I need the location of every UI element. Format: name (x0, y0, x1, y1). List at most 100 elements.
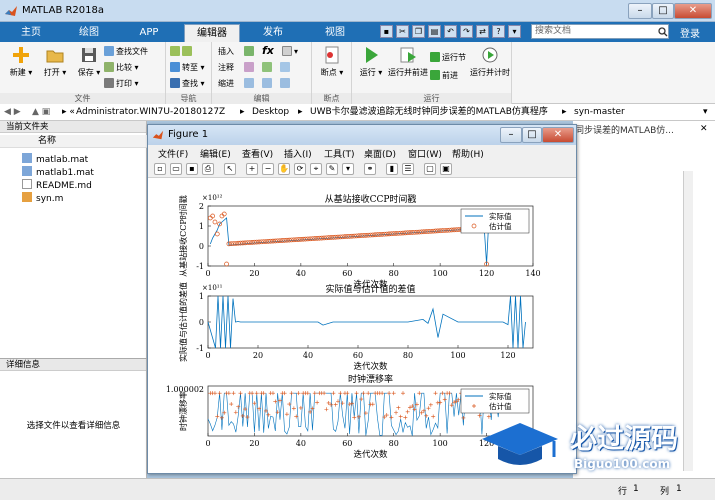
smart-indent-icon[interactable] (244, 78, 256, 90)
quick-copy-icon[interactable]: ❐ (412, 25, 425, 38)
figure-close-button[interactable]: ✕ (542, 127, 574, 143)
search-documentation-input[interactable]: 搜索文档 (531, 24, 669, 39)
open-button[interactable]: 打开 ▾ (38, 45, 72, 78)
insert-section-icon[interactable] (244, 46, 256, 58)
run-advance-button[interactable]: 运行并前进 (388, 45, 428, 78)
quick-undo-icon[interactable]: ↶ (444, 25, 457, 38)
file-item[interactable]: matlab.mat (22, 153, 88, 165)
watermark-url: Biguo100.com (574, 457, 671, 471)
breakpoints-button[interactable]: 断点 ▾ (315, 45, 349, 78)
tab-view[interactable]: 视图 (312, 24, 358, 42)
insert-function-icon[interactable]: ▾ (282, 46, 298, 58)
comment-icon[interactable] (244, 62, 256, 74)
menu-edit[interactable]: 编辑(E) (200, 147, 231, 160)
show-plot-tools-icon[interactable]: ▣ (440, 163, 452, 175)
menu-window[interactable]: 窗口(W) (408, 147, 442, 160)
run-button[interactable]: 运行 ▾ (354, 45, 388, 78)
path-segment[interactable]: Administrator.WIN7U-20180127Z (76, 104, 225, 120)
path-segment[interactable]: UWB卡尔曼滤波追踪无线时钟同步误差的MATLAB仿真程序 (310, 104, 548, 120)
back-icon[interactable]: ◀ ▶ (4, 104, 21, 120)
up-folder-icon[interactable]: ▲ ▣ (32, 104, 50, 120)
goto-button[interactable]: 转至 ▾ (170, 62, 205, 74)
indent-button[interactable]: 缩进 (218, 78, 234, 90)
file-item[interactable]: syn.m (22, 192, 63, 204)
save-button[interactable]: 保存 ▾ (72, 45, 106, 78)
run-time-button[interactable]: 运行并计时 (470, 45, 510, 78)
zoom-out-icon[interactable]: − (262, 163, 274, 175)
search-icon[interactable] (658, 27, 668, 37)
column-header-name[interactable]: 名称 (0, 135, 147, 148)
insert-legend-icon[interactable]: ☰ (402, 163, 414, 175)
quick-paste-icon[interactable]: ▤ (428, 25, 441, 38)
tab-plots[interactable]: 绘图 (66, 24, 112, 42)
tab-publish[interactable]: 发布 (250, 24, 296, 42)
matlab-window: MATLAB R2018a – □ ✕ 主页 绘图 APP 编辑器 发布 视图 … (0, 0, 715, 500)
compare-button[interactable]: 比较 ▾ (104, 62, 139, 74)
wrap-comment-icon[interactable] (280, 62, 292, 74)
find-files-button[interactable]: 查找文件 (104, 46, 148, 58)
print-button[interactable]: 打印 ▾ (104, 78, 139, 90)
edit-plot-arrow-icon[interactable]: ↖ (224, 163, 236, 175)
brush-icon[interactable]: ✎ (326, 163, 338, 175)
new-figure-icon[interactable]: ▫ (154, 163, 166, 175)
quick-save-icon[interactable]: ▪ (380, 25, 393, 38)
decrease-indent-icon[interactable] (280, 78, 292, 90)
close-button[interactable]: ✕ (674, 3, 712, 19)
file-item[interactable]: matlab1.mat (22, 166, 94, 178)
file-item[interactable]: README.md (22, 179, 92, 191)
link-plot-icon[interactable]: ⚭ (364, 163, 376, 175)
row-value: 1 (633, 484, 639, 494)
menu-tools[interactable]: 工具(T) (324, 147, 355, 160)
brush-dropdown-icon[interactable]: ▾ (342, 163, 354, 175)
print-figure-icon[interactable]: ⎙ (202, 163, 214, 175)
comment-button[interactable]: 注释 (218, 62, 234, 74)
fx-icon[interactable]: fx (262, 45, 274, 57)
quick-redo-icon[interactable]: ↷ (460, 25, 473, 38)
quick-help-icon[interactable]: ? (492, 25, 505, 38)
menu-insert[interactable]: 插入(I) (284, 147, 312, 160)
group-label-breakpoints: 断点 (312, 93, 351, 104)
address-bar[interactable]: ◀ ▶ ▲ ▣ ▸ « Administrator.WIN7U-20180127… (0, 104, 715, 121)
rotate-3d-icon[interactable]: ⟳ (294, 163, 306, 175)
save-figure-icon[interactable]: ▪ (186, 163, 198, 175)
tab-apps[interactable]: APP (126, 24, 172, 42)
menu-help[interactable]: 帮助(H) (452, 147, 484, 160)
path-dropdown-icon[interactable]: ▾ (703, 104, 708, 120)
login-link[interactable]: 登录 (680, 25, 700, 40)
x-tick-label: 20 (249, 269, 259, 278)
tab-home[interactable]: 主页 (8, 24, 54, 42)
data-cursor-icon[interactable]: ⌖ (310, 163, 322, 175)
quick-dropdown-icon[interactable]: ▾ (508, 25, 521, 38)
open-file-icon[interactable]: ▭ (170, 163, 182, 175)
run-section-button[interactable]: 运行节 (430, 52, 466, 64)
figure-minimize-button[interactable]: – (500, 127, 522, 143)
path-segment[interactable]: Desktop (252, 104, 289, 120)
new-button[interactable]: 新建 ▾ (4, 45, 38, 78)
zoom-in-icon[interactable]: + (246, 163, 258, 175)
maximize-button[interactable]: □ (652, 3, 674, 19)
nav-back-forward[interactable] (170, 46, 194, 58)
figure-maximize-button[interactable]: □ (522, 127, 542, 143)
minimize-button[interactable]: – (628, 3, 652, 19)
advance-button[interactable]: 前进 (430, 70, 458, 82)
menu-desktop[interactable]: 桌面(D) (364, 147, 396, 160)
editor-close-icon[interactable]: ✕ (700, 124, 708, 134)
ribbon-group-navigate: 转至 ▾ 查找 ▾ 导航 (166, 42, 212, 104)
insert-colorbar-icon[interactable]: ▮ (386, 163, 398, 175)
quick-cut-icon[interactable]: ✂ (396, 25, 409, 38)
find-button[interactable]: 查找 ▾ (170, 78, 205, 90)
tab-editor[interactable]: 编辑器 (184, 24, 240, 42)
path-segment[interactable]: syn-master (574, 104, 625, 120)
run-label: 运行 (359, 68, 376, 77)
increase-indent-icon[interactable] (262, 78, 274, 90)
insert-button[interactable]: 插入 (218, 46, 234, 58)
editor-tab-title[interactable]: 同步误差的MATLAB仿... (575, 123, 674, 136)
pan-hand-icon[interactable]: ✋ (278, 163, 290, 175)
menu-file[interactable]: 文件(F) (158, 147, 188, 160)
legend-label: 实际值 (489, 211, 512, 221)
uncomment-icon[interactable] (262, 62, 274, 74)
save-disk-icon (82, 48, 96, 62)
menu-view[interactable]: 查看(V) (242, 147, 273, 160)
hide-plot-tools-icon[interactable]: ▢ (424, 163, 436, 175)
quick-switch-icon[interactable]: ⇄ (476, 25, 489, 38)
